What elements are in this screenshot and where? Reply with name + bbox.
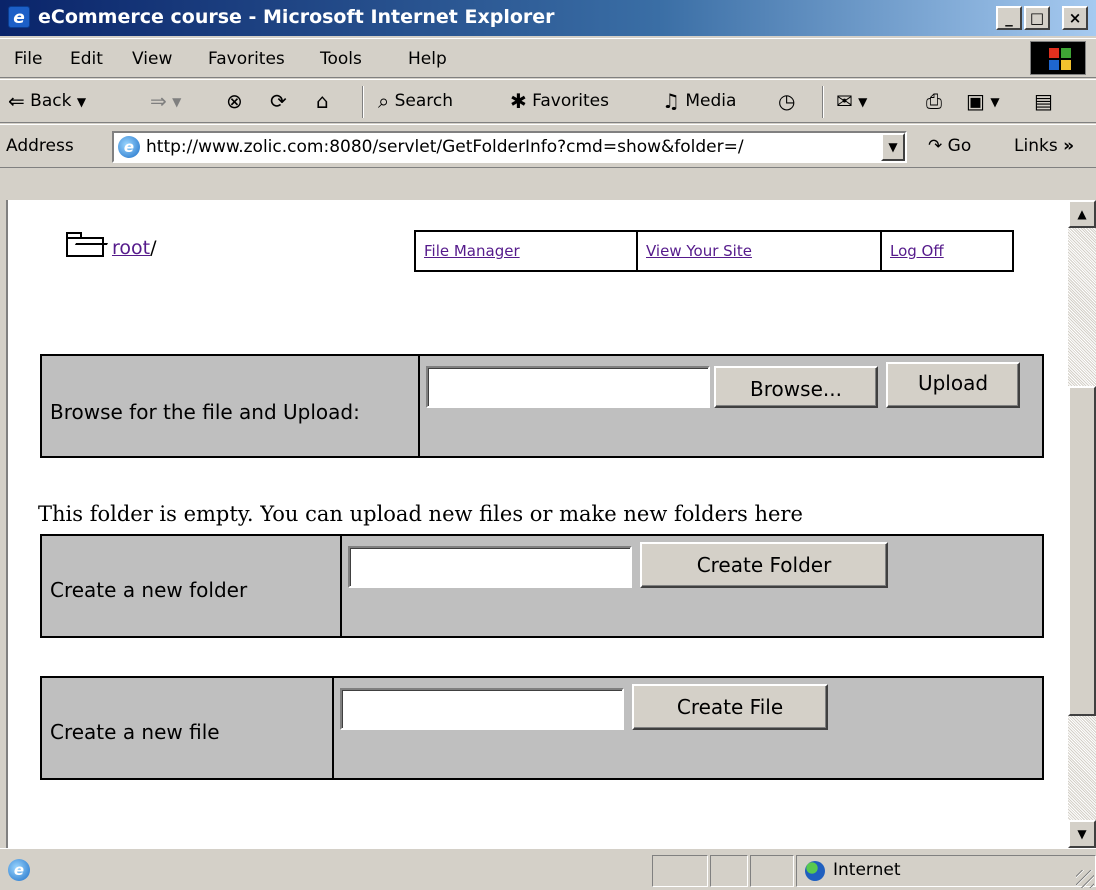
close-button[interactable]: × [1062, 6, 1088, 30]
favorites-button[interactable]: ✱ Favorites [510, 89, 609, 113]
stop-button[interactable]: ⊗ [226, 89, 243, 113]
log-off-link[interactable]: Log Off [890, 242, 944, 260]
nav-cell: View Your Site [636, 232, 880, 270]
mail-icon: ✉ [836, 89, 853, 113]
print-icon: ⎙ [926, 89, 942, 113]
standard-toolbar: ⇐ Back ▼ ⇒ ▼ ⊗ ⟳ ⌂ ⌕ Search ✱ Favorites … [0, 79, 1096, 123]
menu-tools[interactable]: Tools [320, 49, 362, 69]
file-manager-link[interactable]: File Manager [424, 242, 520, 260]
create-file-button[interactable]: Create File [632, 684, 828, 730]
discuss-button[interactable]: ▤ [1034, 89, 1053, 113]
back-arrow-icon: ⇐ [8, 89, 25, 113]
status-bar: e Internet [0, 848, 1096, 890]
nav-table: File Manager View Your Site Log Off [414, 230, 1014, 272]
toolbar-separator [822, 86, 824, 118]
mail-button[interactable]: ✉ ▼ [836, 89, 867, 113]
edit-dropdown-icon: ▼ [990, 95, 1000, 109]
forward-button[interactable]: ⇒ ▼ [150, 89, 181, 113]
menu-help[interactable]: Help [408, 49, 447, 69]
scroll-up-button[interactable]: ▲ [1068, 200, 1096, 228]
security-zone-text: Internet [833, 860, 901, 880]
address-label: Address [6, 136, 74, 156]
minimize-button[interactable]: _ [996, 6, 1022, 30]
address-bar: Address e http://www.zolic.com:8080/serv… [0, 124, 1096, 168]
refresh-icon: ⟳ [270, 89, 287, 113]
status-panel [652, 855, 708, 887]
frame-top-edge [0, 168, 1096, 200]
search-button[interactable]: ⌕ Search [378, 89, 453, 113]
menu-file[interactable]: File [14, 49, 42, 69]
go-button[interactable]: ↷ Go [928, 136, 971, 156]
maximize-button[interactable]: □ [1024, 6, 1050, 30]
folder-path: root/ [66, 232, 157, 259]
edit-icon: ▣ [966, 89, 985, 113]
folder-icon [66, 232, 109, 258]
frame-left-edge [0, 200, 8, 848]
upload-label: Browse for the file and Upload: [42, 356, 420, 456]
address-url[interactable]: http://www.zolic.com:8080/servlet/GetFol… [146, 137, 744, 157]
new-folder-label: Create a new folder [42, 536, 342, 636]
menu-view[interactable]: View [132, 49, 172, 69]
back-dropdown-icon: ▼ [76, 95, 87, 109]
ie-app-icon[interactable]: e [8, 6, 30, 28]
page-viewport: root/ File Manager View Your Site Log Of… [8, 200, 1068, 848]
address-field[interactable]: e http://www.zolic.com:8080/servlet/GetF… [112, 131, 907, 163]
upload-file-input[interactable] [426, 366, 710, 408]
security-zone-panel: Internet [796, 855, 1096, 887]
browse-button[interactable]: Browse... [714, 366, 878, 408]
view-your-site-link[interactable]: View Your Site [646, 242, 752, 260]
windows-logo-icon [1030, 41, 1086, 75]
path-separator: / [150, 237, 157, 259]
refresh-button[interactable]: ⟳ [270, 89, 287, 113]
forward-dropdown-icon: ▼ [172, 95, 182, 109]
go-arrow-icon: ↷ [928, 136, 943, 156]
globe-icon [805, 861, 825, 881]
media-icon: ♫ [662, 89, 680, 113]
media-button[interactable]: ♫ Media [662, 89, 736, 113]
nav-cell: Log Off [880, 232, 1012, 270]
upload-button[interactable]: Upload [886, 362, 1020, 408]
title-bar: e eCommerce course - Microsoft Internet … [0, 0, 1096, 36]
edit-button[interactable]: ▣ ▼ [966, 89, 1000, 113]
menu-edit[interactable]: Edit [70, 49, 103, 69]
menu-favorites[interactable]: Favorites [208, 49, 285, 69]
scroll-thumb[interactable] [1068, 386, 1096, 716]
new-folder-input[interactable] [348, 546, 632, 588]
resize-grip-icon[interactable] [1076, 870, 1094, 888]
favorites-star-icon: ✱ [510, 89, 527, 113]
vertical-scrollbar[interactable]: ▲ ▼ [1068, 200, 1096, 848]
scroll-down-button[interactable]: ▼ [1068, 820, 1096, 848]
window-title: eCommerce course - Microsoft Internet Ex… [38, 6, 555, 28]
empty-folder-message: This folder is empty. You can upload new… [38, 502, 803, 526]
address-dropdown-button[interactable]: ▼ [881, 133, 905, 161]
chevron-right-icon: » [1063, 136, 1075, 156]
status-panel [750, 855, 794, 887]
links-button[interactable]: Links » [1014, 136, 1074, 156]
menu-bar: File Edit View Favorites Tools Help [0, 38, 1096, 78]
print-button[interactable]: ⎙ [926, 89, 942, 113]
toolbar-separator [362, 86, 364, 118]
stop-icon: ⊗ [226, 89, 243, 113]
new-file-label: Create a new file [42, 678, 334, 778]
forward-arrow-icon: ⇒ [150, 89, 167, 113]
search-icon: ⌕ [378, 89, 390, 113]
status-page-icon: e [8, 859, 30, 881]
back-button[interactable]: ⇐ Back ▼ [8, 89, 86, 113]
mail-dropdown-icon: ▼ [858, 95, 868, 109]
page-ie-icon: e [118, 136, 140, 158]
status-panel [710, 855, 748, 887]
history-button[interactable]: ◷ [778, 89, 795, 113]
nav-cell: File Manager [416, 232, 636, 270]
discuss-icon: ▤ [1034, 89, 1053, 113]
new-file-input[interactable] [340, 688, 624, 730]
root-folder-link[interactable]: root [112, 237, 150, 259]
history-icon: ◷ [778, 89, 796, 113]
home-icon: ⌂ [316, 89, 329, 113]
create-folder-button[interactable]: Create Folder [640, 542, 888, 588]
home-button[interactable]: ⌂ [316, 89, 329, 113]
